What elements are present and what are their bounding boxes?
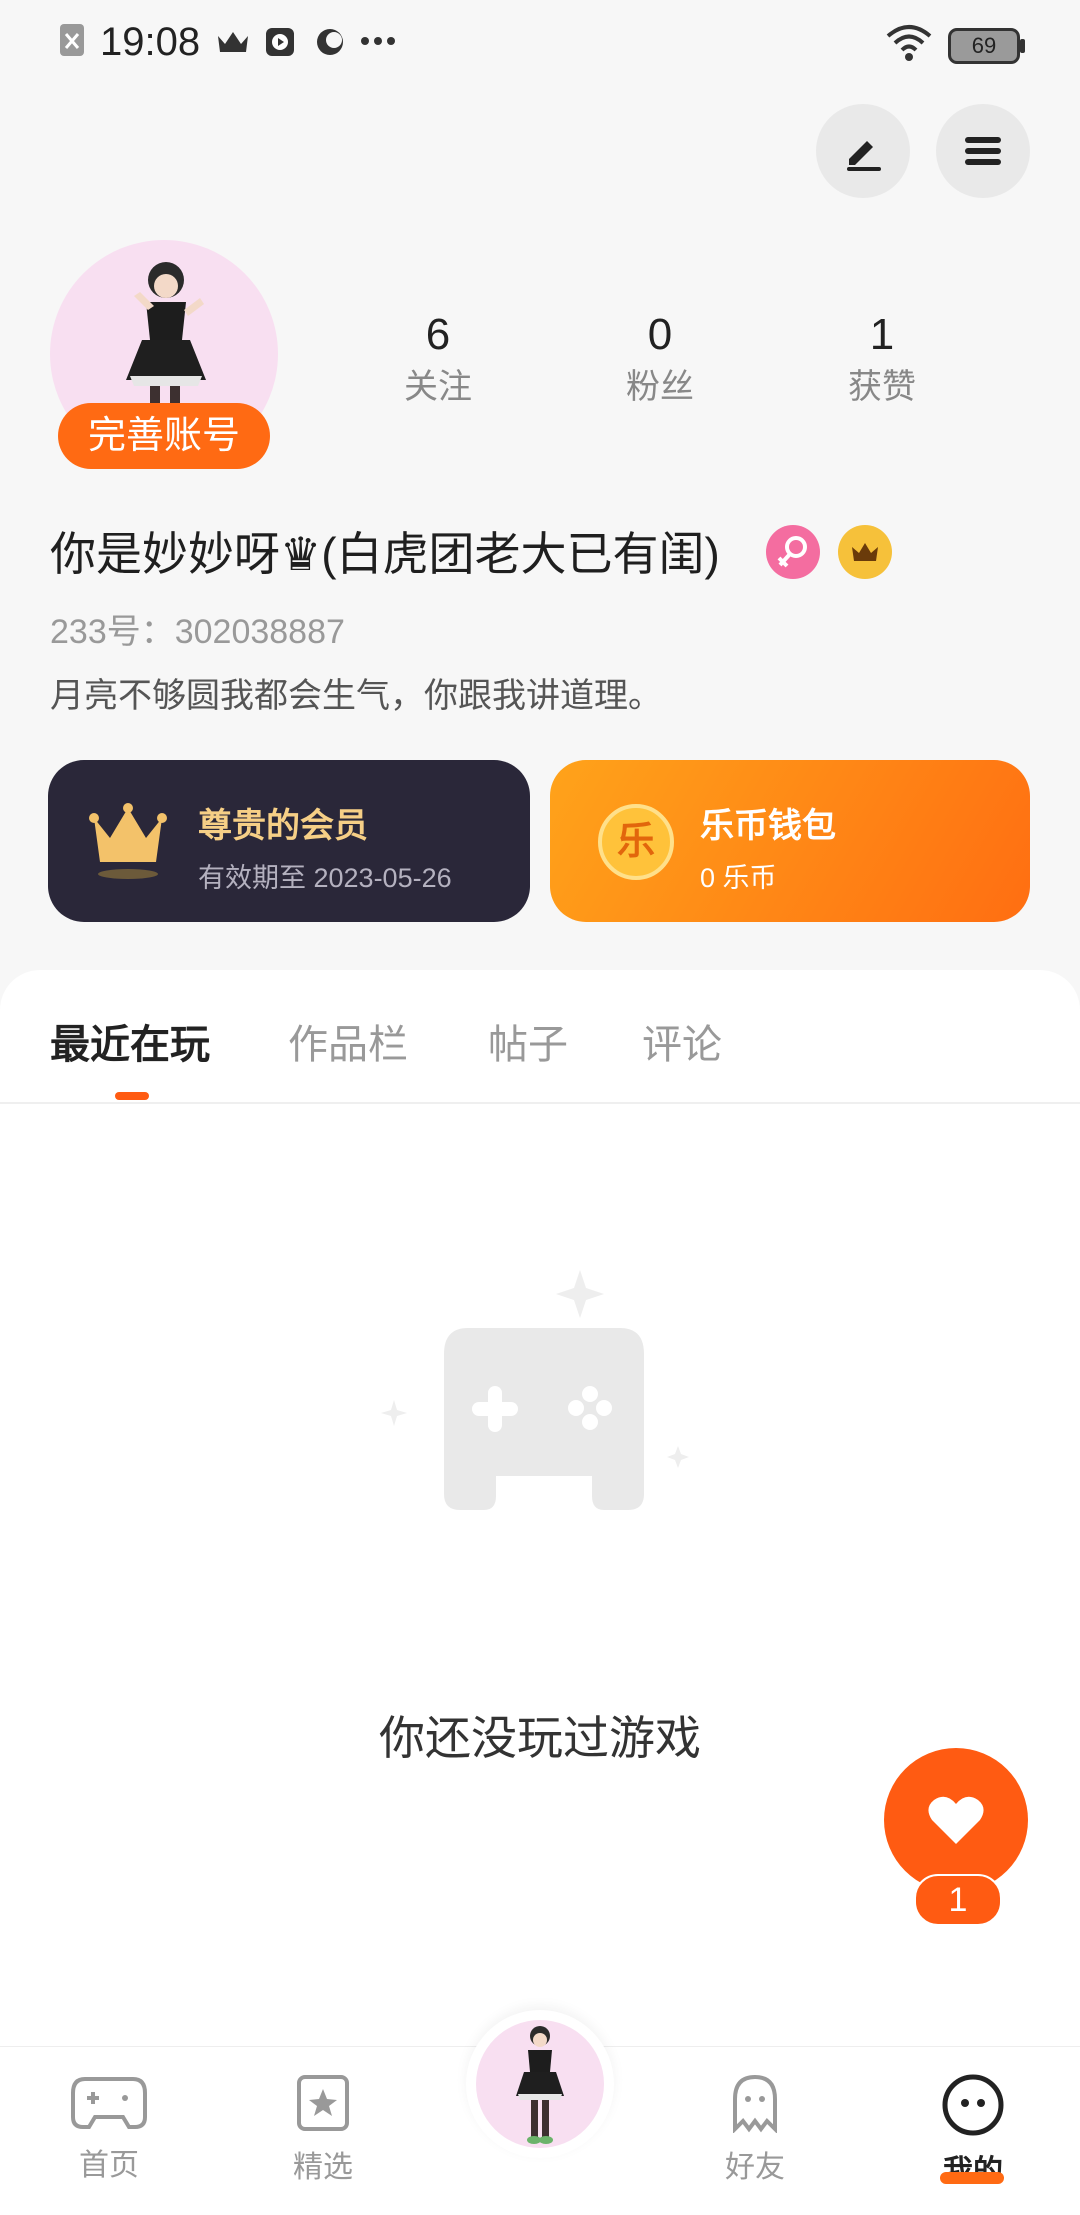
- stat-likes[interactable]: 1 获赞: [802, 305, 962, 409]
- vip-card[interactable]: 尊贵的会员 有效期至 2023-05-26: [48, 760, 530, 922]
- nav-center-avatar[interactable]: [466, 2010, 614, 2158]
- empty-gamepad-icon: [381, 1270, 689, 1510]
- bio: 月亮不够圆我都会生气，你跟我讲道理。: [50, 677, 662, 715]
- female-icon: [777, 536, 807, 568]
- ghost-icon: [733, 2074, 777, 2134]
- gold-crown-icon: [89, 803, 167, 879]
- wifi-icon: [886, 25, 932, 61]
- center-avatar-figure: [516, 2026, 564, 2144]
- nav-friends-label: 好友: [725, 2151, 785, 2184]
- coin-balance: 0 乐币: [700, 863, 777, 893]
- like-fab-button[interactable]: [884, 1748, 1028, 1892]
- coin-icon: 乐: [598, 804, 674, 880]
- following-count: 6: [425, 310, 451, 359]
- nav-home-label: 首页: [79, 2149, 139, 2182]
- crown-badge-icon: [852, 543, 878, 561]
- clock: 19:08: [100, 20, 201, 64]
- edit-icon: [847, 141, 881, 171]
- center-avatar-image: [476, 2020, 604, 2148]
- battery-icon: 69: [948, 28, 1025, 64]
- play-status-icon: [266, 28, 294, 56]
- gender-badge: [766, 525, 820, 579]
- vip-expiry: 有效期至 2023-05-26: [198, 863, 452, 893]
- username: 你是妙妙呀♛(白虎团老大已有闺): [50, 528, 720, 580]
- nav-home[interactable]: 首页: [34, 2073, 184, 2184]
- tab-posts[interactable]: 帖子: [488, 1012, 568, 1070]
- menu-button[interactable]: [936, 104, 1030, 198]
- sim-icon: [60, 24, 84, 56]
- more-status-icon: [361, 37, 395, 45]
- nav-featured[interactable]: 精选: [248, 2073, 398, 2186]
- moon-status-icon: [317, 29, 343, 55]
- menu-icon: [965, 137, 1001, 165]
- status-bar: 19:08 69: [0, 0, 1080, 90]
- stat-fans[interactable]: 0 粉丝: [580, 305, 740, 409]
- tab-indicator: [115, 1092, 149, 1100]
- complete-account-button[interactable]: 完善账号: [58, 403, 270, 469]
- crown-status-icon: [218, 32, 248, 52]
- star-bookmark-icon: [297, 2075, 349, 2131]
- nav-featured-label: 精选: [293, 2151, 353, 2184]
- gamepad-icon: [71, 2077, 147, 2129]
- stat-following[interactable]: 6 关注: [358, 305, 518, 409]
- divider: [0, 1102, 1080, 1104]
- battery-level: 69: [971, 33, 997, 58]
- coin-wallet-card[interactable]: 乐 乐币钱包 0 乐币: [550, 760, 1030, 922]
- heart-icon: [928, 1796, 984, 1844]
- fans-count: 0: [647, 310, 673, 359]
- tab-comments[interactable]: 评论: [642, 1012, 722, 1070]
- likes-label: 获赞: [848, 368, 916, 406]
- likes-count: 1: [869, 310, 895, 359]
- coin-title: 乐币钱包: [700, 807, 836, 845]
- nav-active-indicator: [940, 2172, 1004, 2184]
- smile-face-icon: [942, 2074, 1004, 2136]
- vip-badge: [838, 525, 892, 579]
- fans-label: 粉丝: [626, 368, 694, 406]
- like-count-badge: 1: [914, 1874, 1002, 1926]
- nav-friends[interactable]: 好友: [680, 2073, 830, 2186]
- edit-profile-button[interactable]: [816, 104, 910, 198]
- tab-works[interactable]: 作品栏: [288, 1012, 408, 1070]
- following-label: 关注: [404, 368, 472, 406]
- vip-title: 尊贵的会员: [198, 807, 368, 845]
- tab-recent-played[interactable]: 最近在玩: [50, 1012, 210, 1070]
- user-id: 233号：302038887: [50, 613, 345, 651]
